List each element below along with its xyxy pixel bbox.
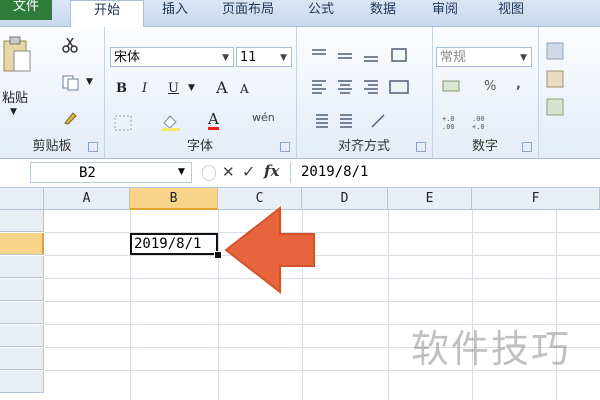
conditional-format-icon[interactable]: [546, 41, 566, 121]
tab-formulas[interactable]: 公式: [296, 0, 346, 26]
insert-function-icon[interactable]: fx: [264, 162, 279, 180]
row-header-selected[interactable]: [0, 233, 44, 255]
active-cell-b2[interactable]: 2019/8/1: [130, 233, 218, 255]
tab-home[interactable]: 开始: [70, 0, 144, 28]
font-size-value: 11: [240, 50, 257, 65]
italic-button[interactable]: I: [142, 81, 147, 96]
tab-file[interactable]: 文件: [0, 0, 52, 20]
column-header-a[interactable]: A: [44, 188, 130, 210]
tab-view[interactable]: 视图: [486, 0, 536, 26]
enter-icon[interactable]: ✓: [242, 162, 255, 181]
font-size-chevron-down-icon: ▼: [280, 53, 287, 63]
name-box-chevron-down-icon[interactable]: ▼: [178, 167, 185, 177]
format-painter-icon[interactable]: [62, 109, 80, 125]
ribbon: 粘贴 ▼ ▼ 剪贴板 宋体 ▼ 11 ▼ B I U ▼ A A A wén 字…: [0, 27, 600, 159]
grow-font-button[interactable]: A: [216, 78, 228, 97]
alignment-group-label: 对齐方式: [337, 139, 390, 154]
formula-bar: B2 ▼ ✕ ✓ fx 2019/8/1: [0, 159, 600, 188]
indent-icon[interactable]: [310, 113, 400, 129]
font-group: 宋体 ▼ 11 ▼ B I U ▼ A A A wén 字体: [104, 27, 297, 158]
phonetic-label: wén: [252, 111, 275, 124]
row-header[interactable]: [0, 371, 44, 393]
alignment-launcher-icon[interactable]: [416, 142, 426, 152]
alignment-group: 对齐方式: [296, 27, 433, 158]
name-box-value: B2: [79, 165, 96, 181]
borders-icon[interactable]: [114, 115, 132, 131]
font-size-select[interactable]: 11 ▼: [236, 47, 292, 67]
tab-page-layout[interactable]: 页面布局: [210, 0, 286, 26]
grid-line: [44, 278, 600, 279]
row-header[interactable]: [0, 325, 44, 347]
comma-button[interactable]: ,: [516, 77, 521, 92]
number-group: 常规 ▼ % , +.0 .00 .00 +.0 数字: [432, 27, 539, 158]
underline-chevron-down-icon[interactable]: ▼: [188, 83, 195, 93]
fill-color-icon[interactable]: [160, 113, 182, 131]
row-header[interactable]: [0, 210, 44, 232]
formula-value: 2019/8/1: [301, 164, 369, 180]
paste-icon[interactable]: [2, 35, 32, 75]
top-align-icon[interactable]: [310, 47, 414, 63]
align-left-icon[interactable]: [310, 79, 420, 95]
paste-button[interactable]: 粘贴: [2, 87, 28, 106]
font-name-chevron-down-icon: ▼: [222, 53, 229, 63]
row-header[interactable]: [0, 279, 44, 301]
formula-controls: ✕ ✓ fx: [200, 162, 288, 183]
styles-group: [538, 27, 600, 158]
font-name-value: 宋体: [114, 50, 141, 65]
annotation-arrow-icon: [224, 205, 315, 295]
percent-button[interactable]: %: [484, 79, 496, 94]
cut-icon[interactable]: [62, 37, 78, 53]
svg-text:+.0: +.0: [472, 123, 485, 131]
increase-decimal-icon[interactable]: +.0 .00 .00 +.0: [442, 113, 502, 131]
grid-line: [218, 210, 219, 400]
number-format-select[interactable]: 常规 ▼: [436, 47, 532, 67]
fill-handle[interactable]: [214, 251, 222, 259]
formula-input[interactable]: 2019/8/1: [290, 162, 600, 183]
paste-chevron-down-icon[interactable]: ▼: [10, 107, 17, 117]
copy-chevron-down-icon[interactable]: ▼: [86, 77, 93, 87]
cancel-icon[interactable]: ✕: [222, 163, 235, 181]
bold-button[interactable]: B: [116, 81, 127, 96]
grid-line: [388, 210, 389, 400]
grid-line: [44, 255, 600, 256]
grid-line: [44, 301, 600, 302]
clipboard-group: 粘贴 ▼ ▼ 剪贴板: [0, 27, 105, 158]
copy-icon[interactable]: [62, 75, 80, 91]
number-format-value: 常规: [440, 50, 467, 65]
row-header[interactable]: [0, 256, 44, 278]
watermark-text: 软件技巧: [411, 327, 572, 371]
tab-review[interactable]: 审阅: [420, 0, 470, 26]
svg-text:+.0: +.0: [442, 115, 455, 123]
number-format-chevron-down-icon: ▼: [520, 53, 527, 63]
clipboard-launcher-icon[interactable]: [88, 142, 98, 152]
row-header[interactable]: [0, 348, 44, 370]
cell-b2-value: 2019/8/1: [134, 236, 202, 252]
font-color-button[interactable]: A: [208, 111, 219, 130]
formula-bar-divider: [202, 165, 216, 181]
row-header[interactable]: [0, 302, 44, 324]
svg-text:.00: .00: [442, 123, 455, 131]
font-name-select[interactable]: 宋体 ▼: [110, 47, 234, 67]
column-header-b[interactable]: B: [130, 188, 218, 210]
shrink-font-button[interactable]: A: [240, 82, 249, 96]
ribbon-tab-bar: 文件 开始 插入 页面布局 公式 数据 审阅 视图: [0, 0, 600, 28]
select-all-corner[interactable]: [0, 188, 44, 210]
name-box[interactable]: B2: [30, 162, 192, 183]
number-launcher-icon[interactable]: [522, 142, 532, 152]
column-header-f[interactable]: F: [472, 188, 600, 210]
font-group-label: 字体: [186, 139, 213, 154]
grid-line: [44, 232, 600, 233]
tab-insert[interactable]: 插入: [150, 0, 200, 26]
column-header-e[interactable]: E: [388, 188, 472, 210]
font-launcher-icon[interactable]: [280, 142, 290, 152]
tab-data[interactable]: 数据: [358, 0, 408, 26]
phonetic-button[interactable]: wén: [252, 111, 275, 124]
underline-button[interactable]: U: [168, 81, 179, 96]
accounting-format-icon[interactable]: [442, 79, 464, 95]
svg-text:.00: .00: [472, 115, 485, 123]
